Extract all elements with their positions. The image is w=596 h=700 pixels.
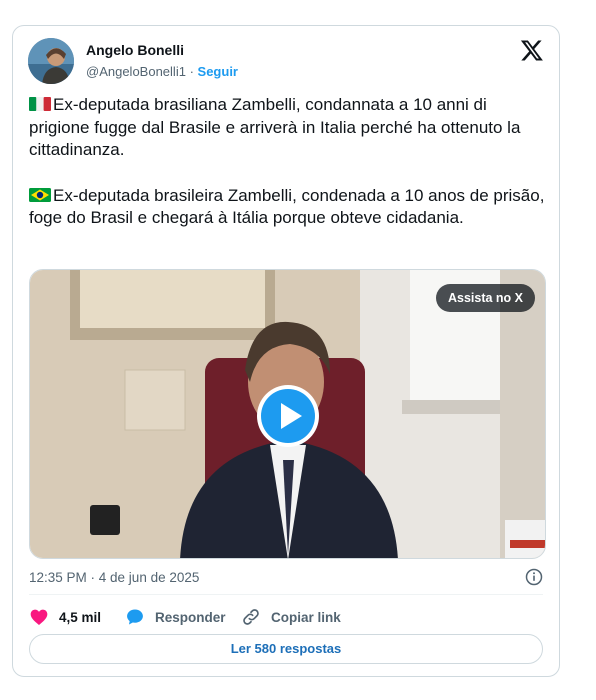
author-handle-line: @AngeloBonelli1 · Seguir: [86, 64, 238, 79]
heart-icon: [30, 609, 48, 625]
reply-bubble-icon: [127, 609, 143, 625]
reply-button[interactable]: Responder: [125, 606, 226, 628]
author-handle[interactable]: @AngeloBonelli1: [86, 64, 186, 79]
italy-flag-icon: [29, 97, 51, 111]
divider: [29, 594, 543, 595]
tweet-header: Angelo Bonelli @AngeloBonelli1 · Seguir: [28, 38, 544, 86]
tweet-paragraph-portuguese: Ex-deputada brasileira Zambelli, condena…: [29, 185, 549, 230]
info-icon[interactable]: [525, 568, 543, 586]
tweet-text-italian: Ex-deputada brasiliana Zambelli, condann…: [29, 95, 521, 159]
separator: ·: [189, 64, 194, 79]
x-logo-icon[interactable]: [520, 38, 544, 62]
like-button[interactable]: 4,5 mil: [29, 606, 101, 628]
tweet-timestamp[interactable]: 12:35 PM · 4 de jun de 2025: [29, 570, 199, 585]
tweet-actions: 4,5 mil Responder Copiar link: [29, 606, 529, 628]
author-name[interactable]: Angelo Bonelli: [86, 42, 184, 58]
copy-link-button[interactable]: Copiar link: [241, 606, 341, 628]
watch-on-x-badge[interactable]: Assista no X: [435, 284, 535, 312]
follow-button[interactable]: Seguir: [198, 64, 238, 79]
tweet-card: Angelo Bonelli @AngeloBonelli1 · Seguir …: [12, 25, 560, 677]
read-replies-button[interactable]: Ler 580 respostas: [29, 634, 543, 664]
link-icon: [243, 609, 259, 625]
tweet-text: Ex-deputada brasiliana Zambelli, condann…: [29, 94, 549, 253]
brazil-flag-icon: [29, 187, 51, 202]
video-player[interactable]: Assista no X: [29, 269, 546, 559]
reply-label: Responder: [155, 609, 226, 625]
tweet-text-portuguese: Ex-deputada brasileira Zambelli, condena…: [29, 185, 545, 228]
tweet-paragraph-italian: Ex-deputada brasiliana Zambelli, condann…: [29, 94, 549, 162]
avatar[interactable]: [28, 38, 74, 84]
play-icon[interactable]: [256, 384, 320, 448]
copy-link-label: Copiar link: [271, 609, 341, 625]
like-count: 4,5 mil: [59, 609, 102, 625]
